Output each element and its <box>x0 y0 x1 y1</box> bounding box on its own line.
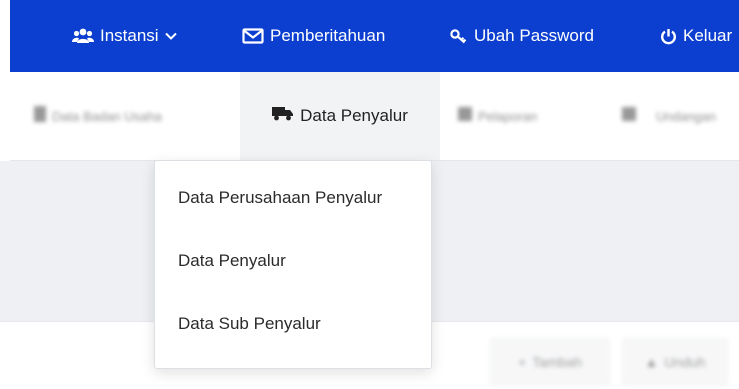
unduh-button-label: Unduh <box>664 354 706 370</box>
truck-icon <box>272 106 294 126</box>
nav-keluar-label: Keluar <box>683 26 733 45</box>
tab-data-penyalur[interactable]: Data Penyalur <box>240 72 440 160</box>
tab-data-penyalur-label: Data Penyalur <box>300 106 408 125</box>
tambah-button-label: Tambah <box>532 354 582 370</box>
key-icon <box>450 28 468 44</box>
nav-ubah-password-label: Ubah Password <box>474 26 595 45</box>
chevron-down-icon <box>164 32 177 40</box>
users-icon <box>72 28 94 44</box>
nav-pemberitahuan-label: Pemberitahuan <box>270 26 386 45</box>
dropdown-item-data-penyalur[interactable]: Data Penyalur <box>178 251 286 271</box>
top-navbar: Instansi Pemberitahuan Ubah Password Kel… <box>10 0 739 72</box>
nav-ubah-password[interactable]: Ubah Password <box>450 0 594 72</box>
download-icon: ▲ <box>644 354 659 370</box>
tab-undangan-label: Undangan <box>656 108 716 124</box>
unduh-button[interactable]: ▲ Unduh <box>622 338 728 386</box>
nav-instansi-label: Instansi <box>100 26 159 45</box>
building-icon <box>34 105 46 127</box>
plus-icon: + <box>518 354 527 370</box>
data-penyalur-dropdown: Data Perusahaan Penyalur Data Penyalur D… <box>154 160 432 369</box>
dropdown-item-data-sub-penyalur[interactable]: Data Sub Penyalur <box>178 314 321 334</box>
envelope-icon <box>242 28 264 44</box>
nav-pemberitahuan[interactable]: Pemberitahuan <box>242 0 385 72</box>
nav-instansi[interactable]: Instansi <box>72 0 177 72</box>
report-icon <box>458 106 472 126</box>
tambah-button[interactable]: + Tambah <box>490 338 610 386</box>
tab-data-badan-usaha[interactable]: Data Badan Usaha <box>34 72 162 160</box>
power-icon <box>660 28 677 45</box>
dropdown-item-data-perusahaan-penyalur[interactable]: Data Perusahaan Penyalur <box>178 188 382 208</box>
tab-undangan[interactable]: Undangan <box>622 72 716 160</box>
secondary-navbar: Data Badan Usaha Data Penyalur Pelaporan… <box>10 72 739 161</box>
tab-pelaporan-label: Pelaporan <box>478 108 538 124</box>
nav-keluar[interactable]: Keluar <box>660 0 732 72</box>
mail-icon <box>622 106 636 126</box>
tab-data-badan-usaha-label: Data Badan Usaha <box>52 108 162 124</box>
tab-pelaporan[interactable]: Pelaporan <box>458 72 537 160</box>
